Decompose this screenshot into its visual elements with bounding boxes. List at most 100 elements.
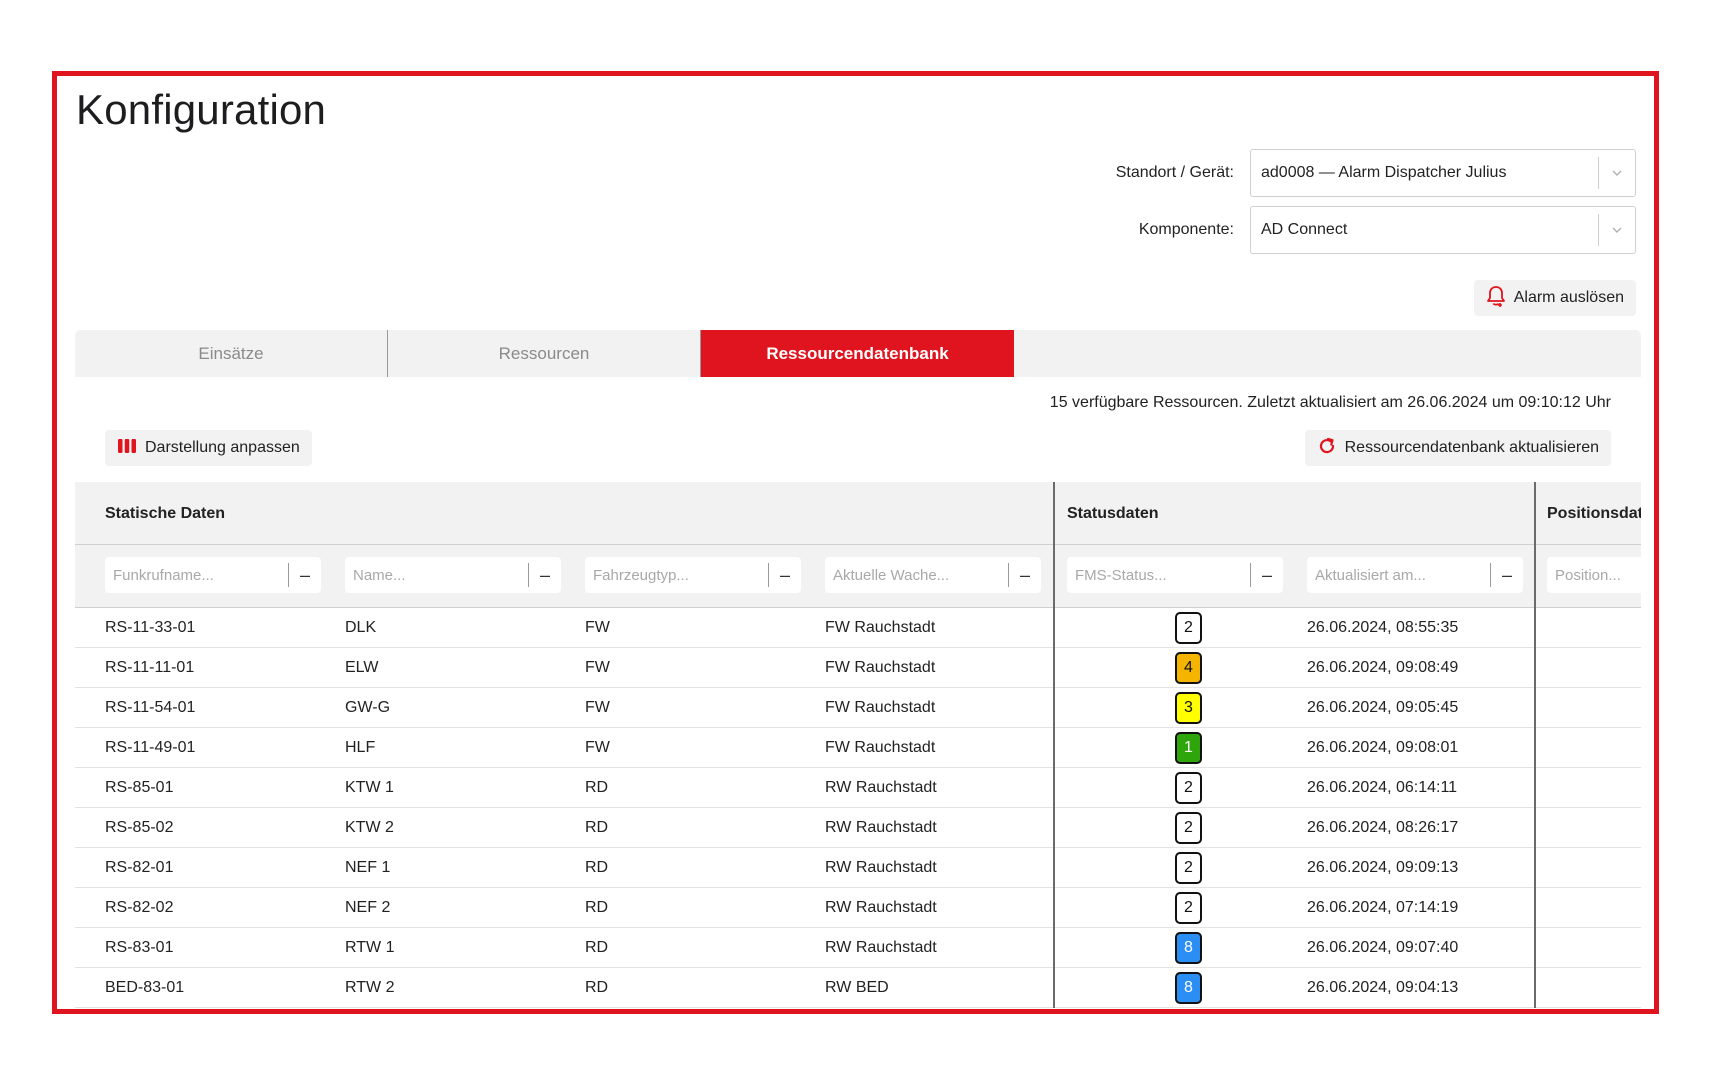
table-row[interactable]: RS-85-01 KTW 1 RD RW Rauchstadt 26.06.2024, … xyxy=(75,768,1641,808)
standort-select[interactable]: ad0008 — Alarm Dispatcher Julius xyxy=(1250,149,1636,197)
cell-wache: RW BED xyxy=(825,979,889,996)
fms-status-badge: 8 xyxy=(1175,972,1202,1004)
table-row[interactable]: RS-11-33-01 DLK FW FW Rauchstadt 26.06.2024,… xyxy=(75,608,1641,648)
cell-fms-status: 2 xyxy=(1175,848,1202,888)
cell-typ: RD xyxy=(585,779,609,796)
cell-name: HLF xyxy=(345,739,376,756)
fms-status-badge: 4 xyxy=(1175,652,1202,684)
filter-aktualisiert[interactable]: Aktualisiert am... – xyxy=(1307,557,1523,593)
table-row[interactable]: RS-11-11-01 ELW FW FW Rauchstadt 26.06.2024,… xyxy=(75,648,1641,688)
cell-funkrufname: RS-11-33-01 xyxy=(105,619,196,636)
cell-aktualisiert: 26.06.2024, 09:07:40 xyxy=(1307,939,1459,956)
alarm-button[interactable]: Alarm auslösen xyxy=(1473,280,1636,316)
filter-clear-button[interactable]: – xyxy=(1251,565,1283,586)
cell-aktualisiert: 26.06.2024, 09:08:01 xyxy=(1307,739,1459,756)
cell-name: NEF 2 xyxy=(345,899,391,916)
fms-status-badge: 2 xyxy=(1175,852,1202,884)
komponente-select[interactable]: AD Connect xyxy=(1250,206,1636,254)
resource-table: Statische Daten Statusdaten Positionsdat… xyxy=(75,482,1641,1008)
cell-name: RTW 2 xyxy=(345,979,395,996)
filter-fahrzeugtyp[interactable]: Fahrzeugtyp... – xyxy=(585,557,801,593)
filter-fms-status[interactable]: FMS-Status... – xyxy=(1067,557,1283,593)
cell-name: ELW xyxy=(345,659,379,676)
filter-clear-button[interactable]: – xyxy=(1009,565,1041,586)
filter-placeholder: Name... xyxy=(353,566,406,584)
fms-status-badge: 2 xyxy=(1175,612,1202,644)
column-group-divider xyxy=(1053,482,1055,1008)
filter-placeholder: Funkrufname... xyxy=(113,566,214,584)
cell-funkrufname: RS-11-54-01 xyxy=(105,699,196,716)
cell-aktualisiert: 26.06.2024, 08:26:17 xyxy=(1307,819,1459,836)
filter-clear-button[interactable]: – xyxy=(289,565,321,586)
table-row[interactable]: RS-11-54-01 GW-G FW FW Rauchstadt 26.06.2024… xyxy=(75,688,1641,728)
table-row[interactable]: RS-11-49-01 HLF FW FW Rauchstadt 26.06.2024,… xyxy=(75,728,1641,768)
refresh-button[interactable]: Ressourcendatenbank aktualisieren xyxy=(1304,430,1611,466)
komponente-value: AD Connect xyxy=(1261,221,1348,238)
filter-name[interactable]: Name... – xyxy=(345,557,561,593)
refresh-button-label: Ressourcendatenbank aktualisieren xyxy=(1344,439,1599,456)
columns-icon xyxy=(117,438,137,459)
cell-fms-status: 2 xyxy=(1175,768,1202,808)
filter-wache[interactable]: Aktuelle Wache... – xyxy=(825,557,1041,593)
filter-clear-button[interactable]: – xyxy=(529,565,561,586)
group-header-status: Statusdaten xyxy=(1067,504,1159,522)
fms-status-badge: 2 xyxy=(1175,812,1202,844)
filter-placeholder: Aktualisiert am... xyxy=(1315,566,1426,584)
cell-funkrufname: BED-83-01 xyxy=(105,979,185,996)
column-group-divider xyxy=(1534,482,1536,1008)
fms-status-badge: 8 xyxy=(1175,932,1202,964)
komponente-field-row: Komponente: AD Connect xyxy=(1139,206,1636,254)
komponente-label: Komponente: xyxy=(1138,221,1234,238)
cell-wache: RW Rauchstadt xyxy=(825,819,937,836)
tab-ressourcen[interactable]: Ressourcen xyxy=(388,330,701,377)
page-title: Konfiguration xyxy=(76,86,327,133)
filter-clear-button[interactable]: – xyxy=(769,565,801,586)
group-header-static: Statische Daten xyxy=(105,504,226,522)
cell-fms-status: 2 xyxy=(1175,608,1202,648)
cell-typ: FW xyxy=(585,619,610,636)
filter-position[interactable]: Position... xyxy=(1547,557,1641,593)
cell-typ: RD xyxy=(585,939,609,956)
filter-placeholder: Fahrzeugtyp... xyxy=(593,566,689,584)
cell-name: KTW 1 xyxy=(345,779,394,796)
table-row[interactable]: RS-85-02 KTW 2 RD RW Rauchstadt 26.06.2024, … xyxy=(75,808,1641,848)
tab-einsaetze[interactable]: Einsätze xyxy=(75,330,388,377)
cell-typ: FW xyxy=(585,659,610,676)
cell-fms-status: 2 xyxy=(1175,888,1202,928)
layout-button[interactable]: Darstellung anpassen xyxy=(105,430,312,466)
cell-typ: RD xyxy=(585,859,609,876)
filter-clear-button[interactable]: – xyxy=(1491,565,1523,586)
cell-typ: RD xyxy=(585,899,609,916)
table-row[interactable]: RS-83-01 RTW 1 RD RW Rauchstadt 26.06.2024, … xyxy=(75,928,1641,968)
cell-aktualisiert: 26.06.2024, 09:08:49 xyxy=(1307,659,1459,676)
cell-funkrufname: RS-85-01 xyxy=(105,779,174,796)
cell-aktualisiert: 26.06.2024, 06:14:11 xyxy=(1307,779,1458,796)
filter-funkrufname[interactable]: Funkrufname... – xyxy=(105,557,321,593)
cell-name: DLK xyxy=(345,619,377,636)
tab-ressourcendatenbank[interactable]: Ressourcendatenbank xyxy=(701,330,1014,377)
filter-placeholder: FMS-Status... xyxy=(1075,566,1167,584)
table-row[interactable]: RS-82-01 NEF 1 RD RW Rauchstadt 26.06.2024, … xyxy=(75,848,1641,888)
filter-placeholder: Position... xyxy=(1555,566,1621,584)
chevron-down-icon[interactable] xyxy=(1599,223,1635,237)
alarm-button-label: Alarm auslösen xyxy=(1513,289,1624,306)
refresh-icon xyxy=(1317,436,1337,461)
cell-wache: RW Rauchstadt xyxy=(825,939,937,956)
layout-button-label: Darstellung anpassen xyxy=(145,439,300,456)
cell-fms-status: 2 xyxy=(1175,808,1202,848)
table-row[interactable]: RS-82-02 NEF 2 RD RW Rauchstadt 26.06.2024, … xyxy=(75,888,1641,928)
filter-placeholder: Aktuelle Wache... xyxy=(833,566,950,584)
cell-typ: FW xyxy=(585,739,610,756)
cell-wache: FW Rauchstadt xyxy=(825,699,936,716)
cell-wache: RW Rauchstadt xyxy=(825,899,937,916)
cell-fms-status: 8 xyxy=(1175,928,1202,968)
table-row[interactable]: BED-83-01 RTW 2 RD RW BED 26.06.2024, 09:04:… xyxy=(75,968,1641,1008)
cell-name: NEF 1 xyxy=(345,859,391,876)
fms-status-badge: 3 xyxy=(1175,692,1202,724)
column-group-header: Statische Daten Statusdaten Positionsdat xyxy=(75,482,1641,545)
cell-wache: RW Rauchstadt xyxy=(825,859,937,876)
filter-row: Funkrufname... – Name... – Fahrzeugtyp..… xyxy=(75,545,1641,608)
chevron-down-icon[interactable] xyxy=(1599,166,1635,180)
cell-funkrufname: RS-83-01 xyxy=(105,939,174,956)
resource-info-text: 15 verfügbare Ressourcen. Zuletzt aktual… xyxy=(1049,394,1611,411)
